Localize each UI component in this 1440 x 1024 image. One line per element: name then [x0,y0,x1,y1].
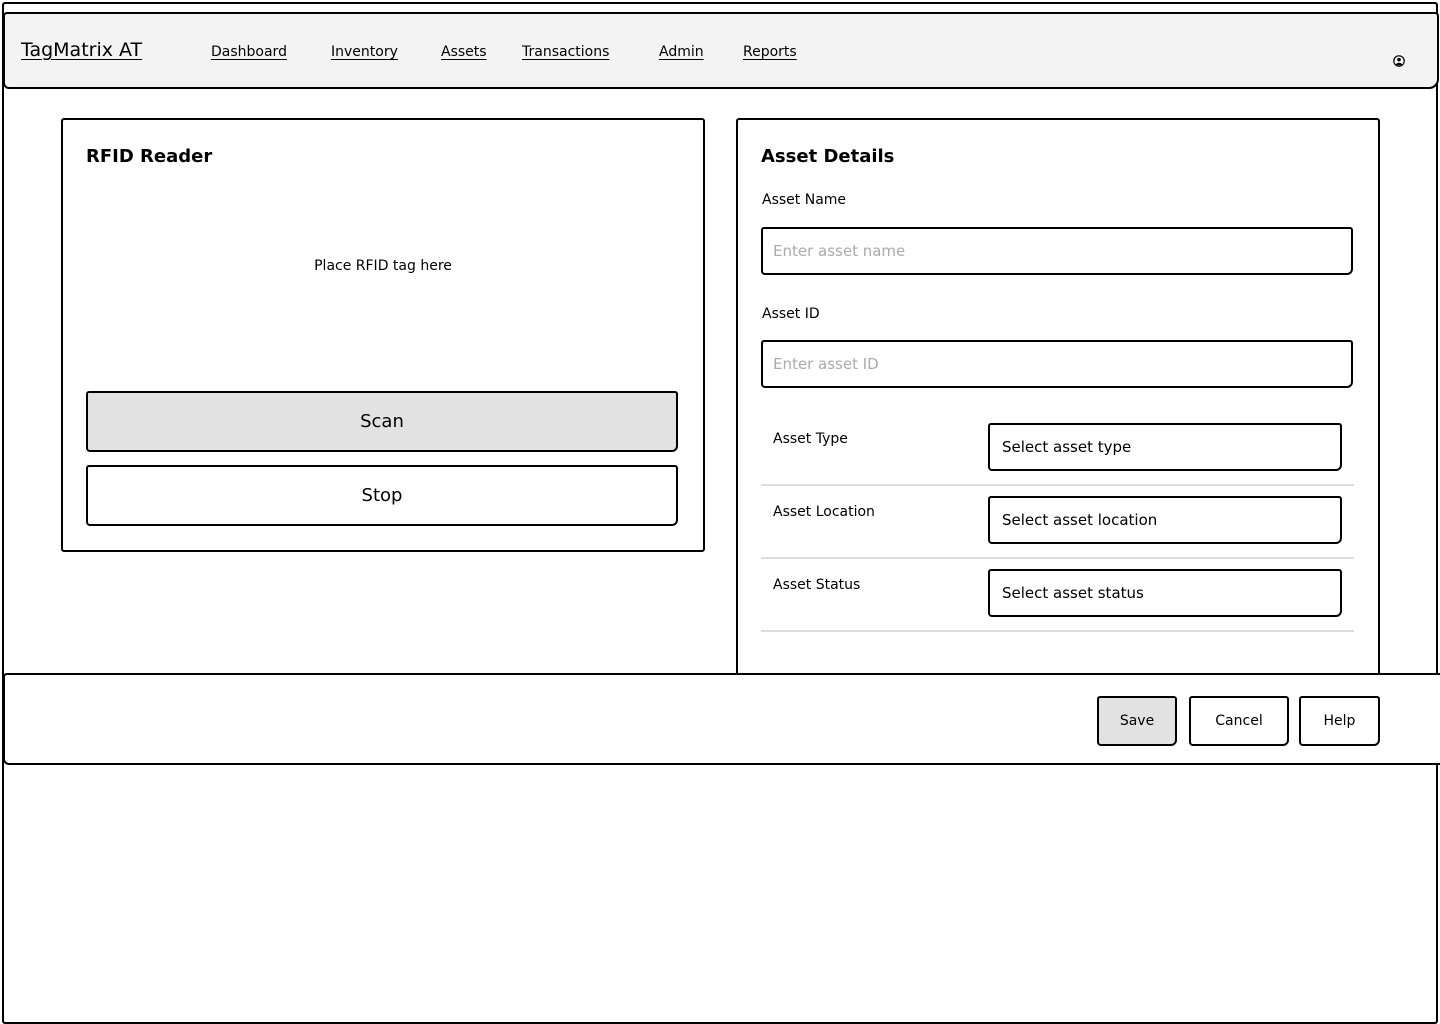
rfid-tag-dropzone-hint: Place RFID tag here [314,258,452,274]
rfid-reader-panel: RFID Reader Place RFID tag here Scan Sto… [61,118,705,552]
nav-reports[interactable]: Reports [743,44,797,60]
asset-id-input[interactable] [761,340,1353,388]
help-button[interactable]: Help [1299,696,1380,746]
nav-admin[interactable]: Admin [659,44,704,60]
asset-status-select[interactable]: Select asset status [988,569,1342,617]
asset-type-label: Asset Type [773,431,848,447]
row-divider [761,630,1354,632]
asset-name-label: Asset Name [762,192,847,208]
nav-inventory[interactable]: Inventory [331,44,398,60]
asset-id-label: Asset ID [762,306,820,322]
top-nav-bar: TagMatrix AT Dashboard Inventory Assets … [3,12,1439,89]
scan-button[interactable]: Scan [86,391,678,452]
asset-location-select[interactable]: Select asset location [988,496,1342,544]
save-button[interactable]: Save [1097,696,1177,746]
nav-assets[interactable]: Assets [441,44,487,60]
asset-panel-title: Asset Details [761,146,895,167]
user-circle-icon[interactable] [1393,55,1405,67]
row-divider [761,557,1354,559]
nav-transactions[interactable]: Transactions [522,44,609,60]
asset-details-panel: Asset Details Asset Name Asset ID Asset … [736,118,1380,680]
row-divider [761,484,1354,486]
asset-status-label: Asset Status [773,577,861,593]
asset-type-select[interactable]: Select asset type [988,423,1342,471]
nav-dashboard[interactable]: Dashboard [211,44,287,60]
cancel-button[interactable]: Cancel [1189,696,1289,746]
asset-name-input[interactable] [761,227,1353,275]
brand-logo-text[interactable]: TagMatrix AT [21,39,142,61]
rfid-panel-title: RFID Reader [86,146,213,167]
action-bar: Save Cancel Help [3,673,1440,765]
asset-location-label: Asset Location [773,504,875,520]
stop-button[interactable]: Stop [86,465,678,526]
